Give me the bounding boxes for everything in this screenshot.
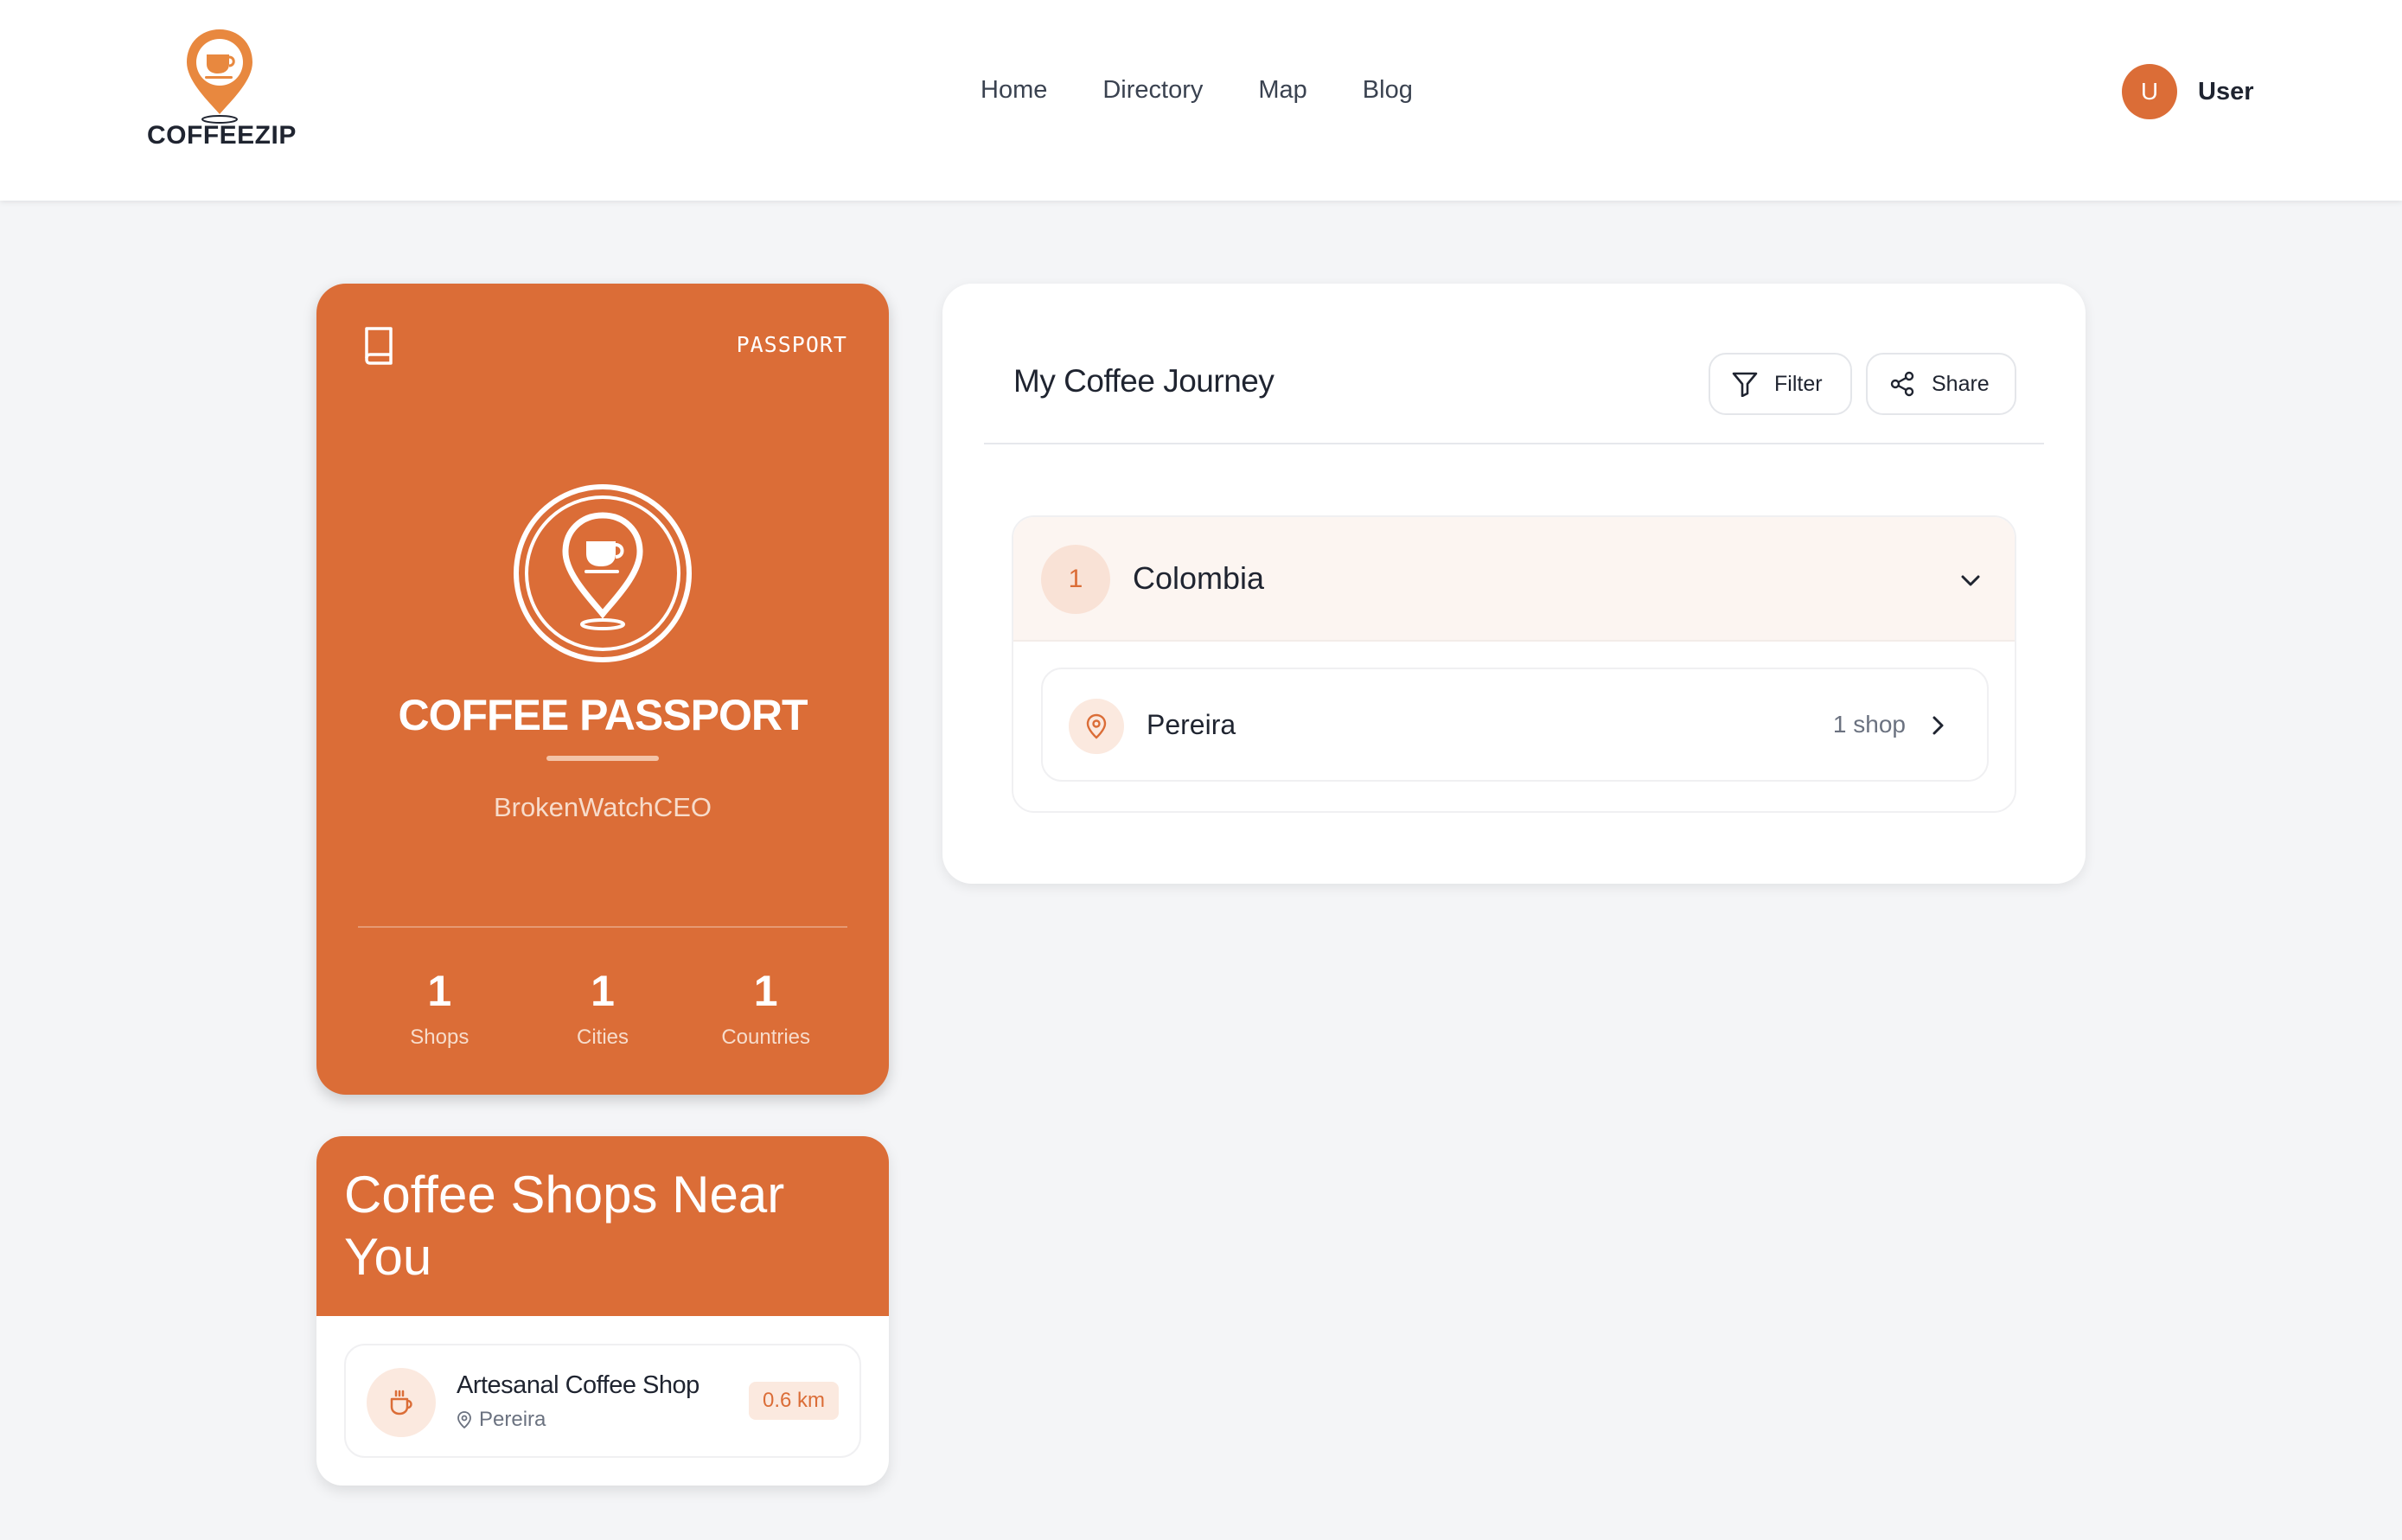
avatar[interactable]: U <box>2122 64 2177 119</box>
book-icon <box>365 327 393 365</box>
nearby-shops-card: Coffee Shops Near You Artesanal Coffee S… <box>316 1136 889 1486</box>
filter-label: Filter <box>1774 371 1823 396</box>
chevron-right-icon[interactable] <box>1925 712 1951 738</box>
chevron-down-icon[interactable] <box>1958 567 1984 593</box>
nav-directory[interactable]: Directory <box>1102 73 1203 107</box>
stat-countries: 1 Countries <box>684 967 847 1050</box>
nav-home[interactable]: Home <box>981 73 1047 107</box>
passport-username: BrokenWatchCEO <box>493 792 712 822</box>
nearby-shops-title: Coffee Shops Near You <box>344 1166 785 1286</box>
stat-value: 1 <box>591 967 615 1015</box>
journey-title: My Coffee Journey <box>1013 363 1274 399</box>
city-row[interactable]: Pereira 1 shop <box>1041 668 1989 782</box>
title-underline <box>546 756 659 761</box>
share-label: Share <box>1932 371 1990 396</box>
map-pin-icon <box>1069 699 1124 754</box>
coffeezip-logo[interactable]: COFFEEZIP <box>147 28 297 157</box>
coffee-passport-card: PASSPORT COFFEE PASSPORT BrokenWatchCEO … <box>316 284 889 1095</box>
distance-badge: 0.6 km <box>748 1382 839 1420</box>
user-name[interactable]: User <box>2198 78 2254 106</box>
passport-stats: 1 Shops 1 Cities 1 Countries <box>358 967 847 1050</box>
passport-title: COFFEE PASSPORT <box>398 691 808 739</box>
country-count-badge: 1 <box>1041 545 1110 614</box>
map-pin-icon <box>457 1411 471 1428</box>
share-button[interactable]: Share <box>1866 353 2016 415</box>
stat-label: Countries <box>721 1026 811 1049</box>
nav-blog[interactable]: Blog <box>1363 73 1413 107</box>
country-name: Colombia <box>1133 560 1265 596</box>
stat-shops: 1 Shops <box>358 967 521 1050</box>
passport-label: PASSPORT <box>736 332 847 357</box>
stat-label: Cities <box>577 1026 629 1049</box>
country-header[interactable]: 1 Colombia <box>1013 517 2015 642</box>
stat-cities: 1 Cities <box>521 967 685 1050</box>
shop-city: Pereira <box>479 1408 546 1431</box>
user-menu[interactable]: U User <box>2122 64 2254 119</box>
nearby-shops-header: Coffee Shops Near You <box>316 1136 889 1316</box>
nearby-shop-item[interactable]: Artesanal Coffee Shop Pereira 0.6 km <box>344 1344 861 1458</box>
nav-map[interactable]: Map <box>1258 73 1306 107</box>
stat-label: Shops <box>410 1026 470 1049</box>
coffee-pin-logo-icon <box>187 29 252 124</box>
coffee-journey-card: My Coffee Journey Filter Share 1 Colombi… <box>942 284 2086 884</box>
stat-value: 1 <box>427 967 452 1015</box>
divider <box>358 926 847 928</box>
share-icon <box>1890 371 1914 397</box>
country-group: 1 Colombia Pereira 1 shop <box>1012 515 2016 813</box>
shop-name: Artesanal Coffee Shop <box>457 1371 700 1399</box>
divider <box>984 443 2044 444</box>
main-nav: Home Directory Map Blog <box>981 73 1468 107</box>
shop-location: Pereira <box>457 1408 546 1432</box>
filter-icon <box>1732 372 1758 397</box>
top-nav-bar: COFFEEZIP Home Directory Map Blog U User <box>0 0 2402 201</box>
city-name: Pereira <box>1147 709 1236 740</box>
stat-value: 1 <box>753 967 778 1015</box>
coffee-pin-emblem-icon <box>514 484 692 662</box>
filter-button[interactable]: Filter <box>1709 353 1852 415</box>
city-shop-count: 1 shop <box>1832 711 1906 738</box>
brand-name: COFFEEZIP <box>147 121 297 150</box>
coffee-cup-icon <box>367 1368 436 1437</box>
